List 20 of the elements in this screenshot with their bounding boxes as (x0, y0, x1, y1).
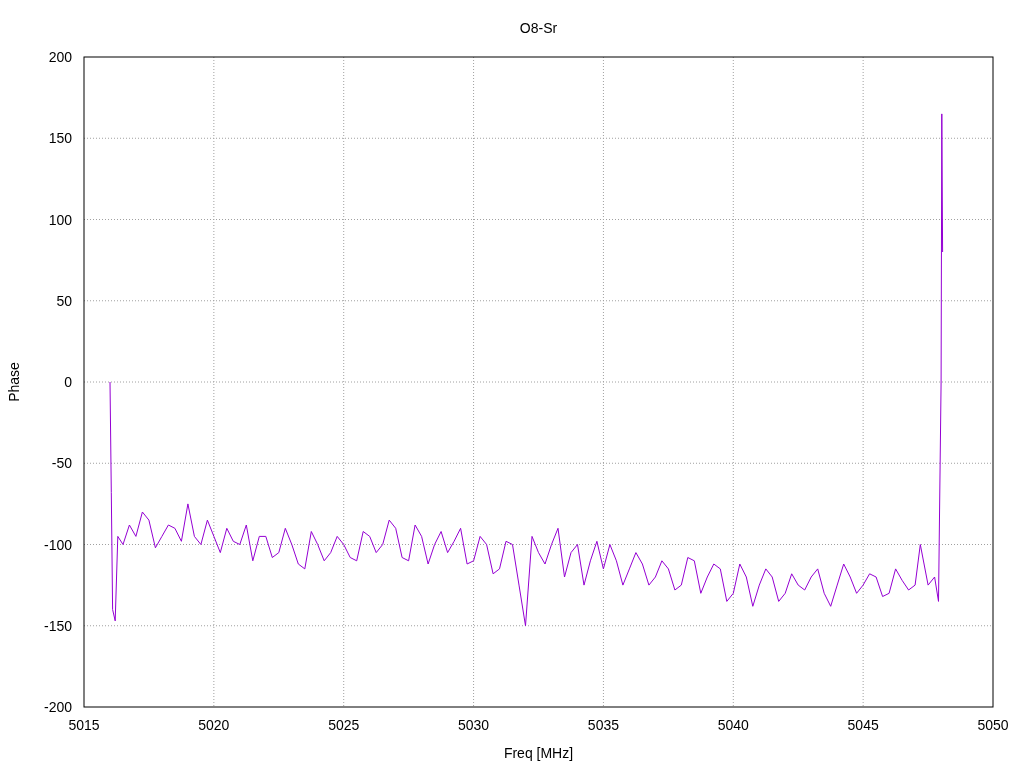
y-axis-label: Phase (6, 362, 22, 402)
x-tick-label: 5040 (717, 717, 749, 733)
y-tick-label: 200 (48, 49, 72, 65)
x-tick-label: 5020 (198, 717, 230, 733)
x-tick-label: 5030 (458, 717, 490, 733)
y-tick-label: 150 (48, 130, 72, 147)
x-axis-label: Freq [MHz] (503, 745, 574, 761)
y-tick-label: 0 (64, 374, 72, 390)
x-tick-label: 5050 (977, 717, 1009, 733)
y-tick-label: -150 (43, 617, 72, 634)
y-tick-label: -200 (43, 699, 72, 715)
y-tick-label: -50 (51, 455, 72, 472)
x-tick-label: 5015 (68, 717, 100, 733)
y-tick-label: 50 (56, 292, 72, 309)
y-tick-label: -100 (43, 536, 72, 553)
y-tick-label: 100 (48, 211, 72, 228)
x-tick-label: 5045 (847, 717, 879, 733)
x-tick-label: 5035 (587, 717, 619, 733)
x-tick-label: 5025 (328, 717, 360, 733)
chart-title: O8-Sr (519, 20, 558, 36)
